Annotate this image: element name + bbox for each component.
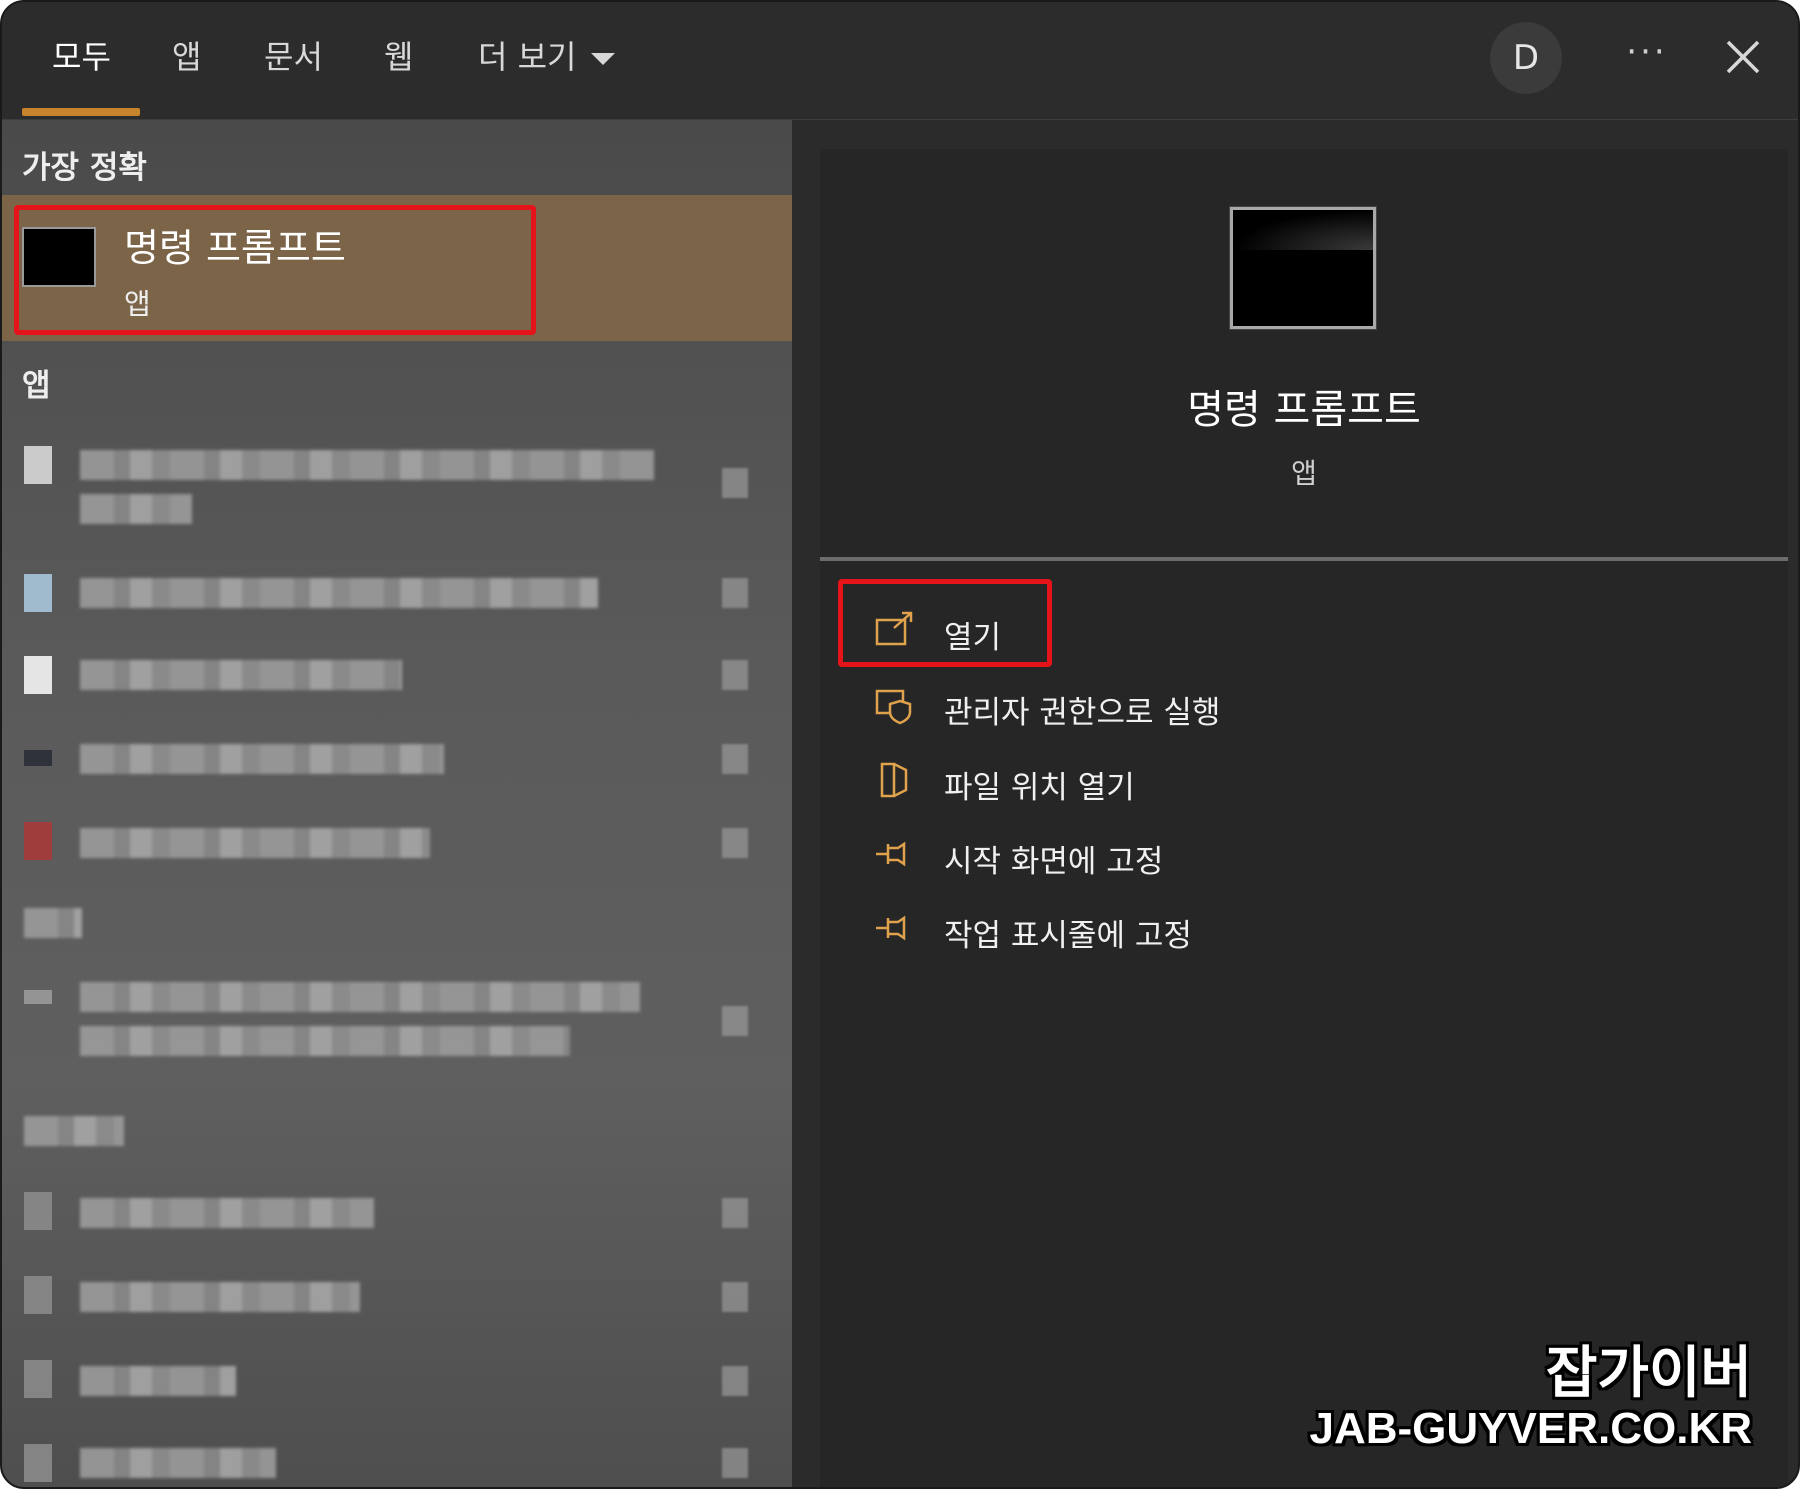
list-item[interactable] (2, 1270, 792, 1330)
search-window: 모두 앱 문서 웹 더 보기 D ··· 가장 정확 명령 프롬프트 앱 앱 명… (0, 0, 1800, 1489)
blurred-text (80, 660, 402, 690)
list-item[interactable] (2, 648, 792, 708)
blurred-text (80, 828, 430, 858)
app-icon (24, 446, 52, 484)
chevron-right-icon (722, 1282, 748, 1312)
list-item[interactable] (2, 816, 792, 876)
divider (820, 557, 1788, 561)
app-icon (24, 1276, 52, 1314)
folder-icon (880, 762, 908, 798)
pin-to-taskbar-label: 작업 표시줄에 고정 (944, 918, 1192, 954)
app-icon (24, 1360, 52, 1398)
highlight-box (14, 205, 536, 335)
shield-icon (875, 689, 912, 725)
list-item[interactable] (2, 1108, 792, 1158)
top-bar: 모두 앱 문서 웹 더 보기 D ··· (2, 2, 1798, 120)
preview-title: 명령 프롬프트 (1187, 387, 1421, 433)
blurred-text (80, 1198, 374, 1228)
close-icon[interactable] (1718, 32, 1768, 82)
blurred-text (80, 1026, 570, 1056)
blurred-text (80, 578, 598, 608)
blurred-text (80, 1366, 236, 1396)
active-tab-indicator (22, 108, 140, 116)
list-item[interactable] (2, 438, 792, 548)
best-match-heading: 가장 정확 (22, 150, 147, 186)
results-panel: 가장 정확 명령 프롬프트 앱 앱 (2, 120, 792, 1487)
pin-to-taskbar-action[interactable]: 작업 표시줄에 고정 (874, 900, 1574, 960)
blurred-text (24, 1116, 124, 1146)
app-icon (24, 574, 52, 612)
blurred-text (80, 494, 192, 524)
chevron-right-icon (722, 1198, 748, 1228)
blurred-text (80, 982, 640, 1012)
preview-panel: 명령 프롬프트 앱 열기 관리자 권한으로 실행 파일 위치 열기 시작 화면에… (820, 149, 1788, 1487)
preview-type: 앱 (1291, 457, 1317, 490)
watermark-korean: 잡가이버 (1545, 1341, 1752, 1406)
list-item[interactable] (2, 900, 792, 950)
list-item[interactable] (2, 1438, 792, 1487)
list-item[interactable] (2, 1354, 792, 1414)
chevron-right-icon (722, 1366, 748, 1396)
chevron-right-icon (722, 578, 748, 608)
tab-documents[interactable]: 문서 (264, 32, 323, 82)
chevron-right-icon (722, 468, 748, 498)
apps-heading: 앱 (22, 368, 51, 404)
chevron-right-icon (722, 1448, 748, 1478)
chevron-right-icon (722, 660, 748, 690)
open-file-location-action[interactable]: 파일 위치 열기 (874, 752, 1574, 812)
pin-to-start-action[interactable]: 시작 화면에 고정 (874, 826, 1574, 886)
chevron-right-icon (722, 1006, 748, 1036)
blurred-text (80, 1282, 360, 1312)
app-icon (24, 656, 52, 694)
open-file-location-label: 파일 위치 열기 (944, 770, 1135, 806)
tab-more-label: 더 보기 (478, 38, 577, 76)
watermark-url: JAB-GUYVER.CO.KR (1309, 1404, 1753, 1453)
app-icon (24, 822, 52, 860)
pin-to-start-label: 시작 화면에 고정 (944, 844, 1164, 880)
blurred-text (80, 744, 444, 774)
app-icon (24, 1192, 52, 1230)
account-avatar[interactable]: D (1490, 22, 1562, 94)
app-icon (24, 1444, 52, 1482)
list-item[interactable] (2, 566, 792, 626)
list-item[interactable] (2, 978, 792, 1088)
list-item[interactable] (2, 732, 792, 792)
pin-icon (876, 915, 906, 941)
list-item[interactable] (2, 1186, 792, 1246)
tab-more[interactable]: 더 보기 (478, 32, 615, 82)
chevron-right-icon (722, 744, 748, 774)
pin-icon (876, 841, 906, 867)
chevron-right-icon (722, 828, 748, 858)
tab-all[interactable]: 모두 (52, 32, 111, 82)
blurred-text (80, 450, 654, 480)
command-prompt-icon (1230, 207, 1376, 329)
app-icon (24, 990, 52, 1004)
run-as-admin-label: 관리자 권한으로 실행 (944, 695, 1221, 731)
run-as-admin-action[interactable]: 관리자 권한으로 실행 (874, 677, 1574, 737)
tab-web[interactable]: 웹 (384, 32, 413, 82)
more-options-icon[interactable]: ··· (1622, 32, 1672, 82)
highlight-box (838, 579, 1052, 667)
tab-apps[interactable]: 앱 (172, 32, 201, 82)
blurred-text (80, 1448, 276, 1478)
chevron-down-icon (590, 53, 615, 65)
blurred-text (24, 908, 82, 938)
app-icon (24, 750, 52, 766)
